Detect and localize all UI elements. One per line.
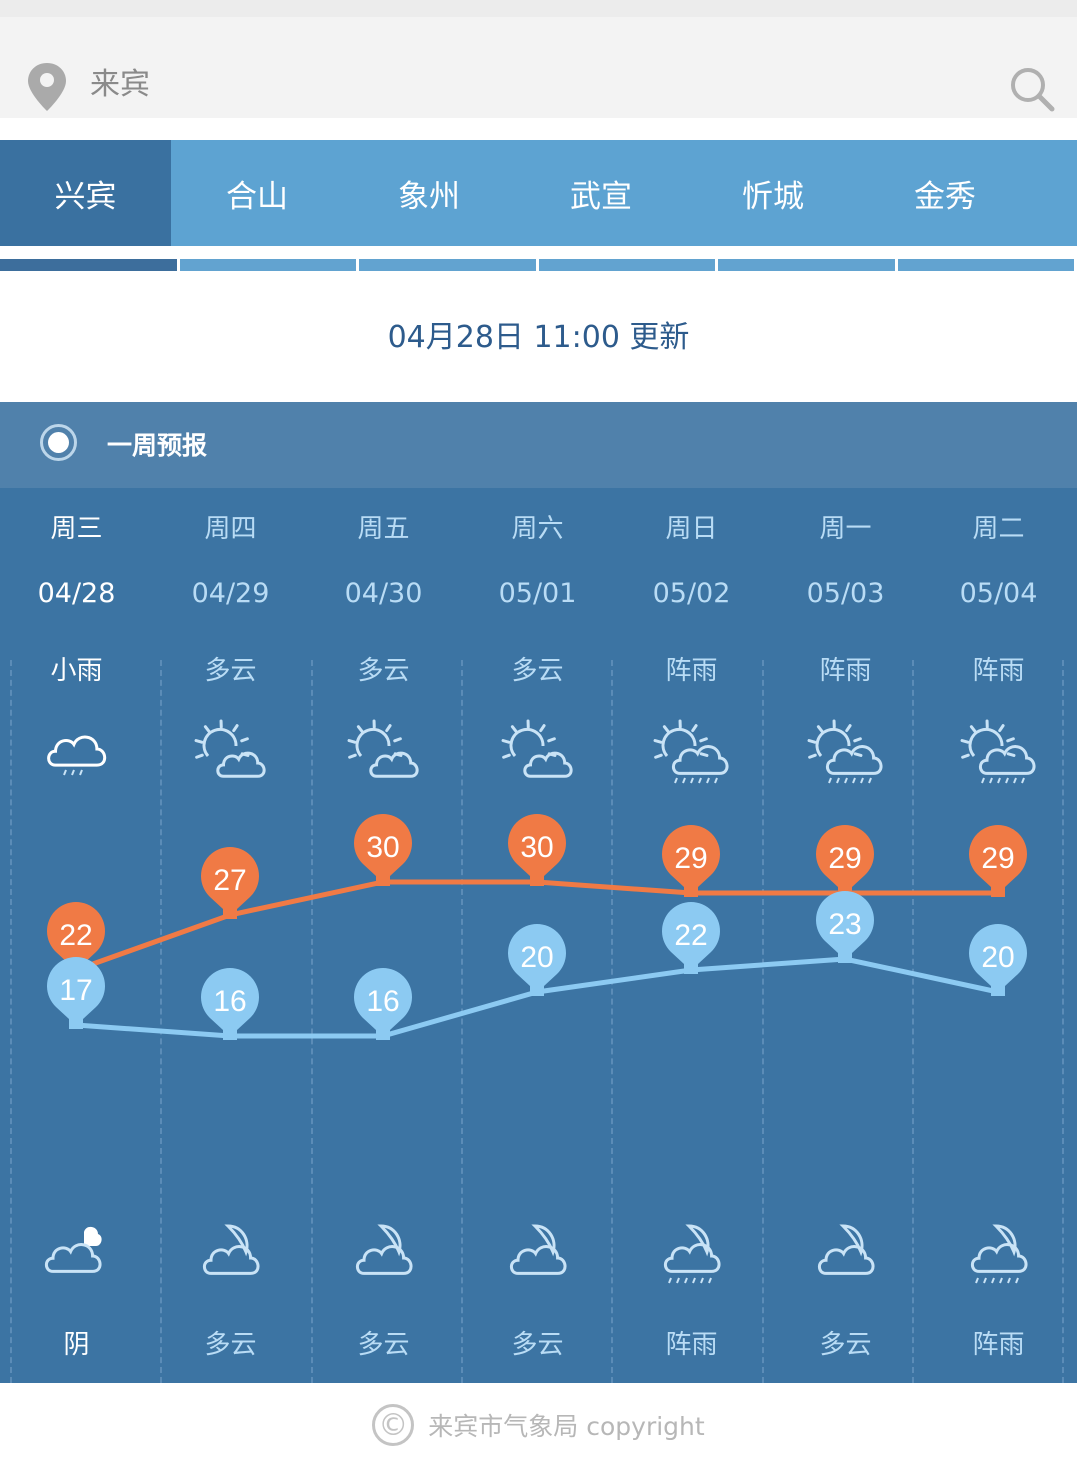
day-weather: 多云 [204,656,257,686]
column-divider [762,660,764,1383]
night-weather: 阵雨 [665,1330,718,1360]
status-strip [0,0,1077,17]
forecast-date: 05/01 [498,578,577,609]
forecast-date: 05/03 [806,578,885,609]
column-divider [1062,660,1064,1383]
partly-cloudy-night-icon [355,1224,413,1275]
county-tabs: 兴宾 合山 象州 武宣 忻城 金秀 [0,140,1077,246]
tab-3[interactable]: 武宣 [515,140,687,246]
partly-cloudy-day-icon [347,719,419,778]
tab-4[interactable]: 忻城 [687,140,859,246]
day-weather: 阵雨 [665,656,718,686]
column-divider [10,660,12,1383]
partly-cloudy-day-icon [501,719,573,778]
tab-1[interactable]: 合山 [171,140,343,246]
tab-5[interactable]: 金秀 [859,140,1031,246]
partly-cloudy-night-icon [817,1224,875,1275]
tab-indicator-segment [0,259,177,271]
forecast-date: 05/02 [652,578,731,609]
partly-cloudy-day-icon [194,719,266,778]
night-weather: 多云 [204,1330,257,1360]
tab-indicator-segment [897,259,1074,271]
footer-text: 来宾市气象局 copyright [428,1412,705,1441]
column-divider [160,660,162,1383]
column-divider [461,660,463,1383]
overcast-icon [44,1226,102,1273]
shower-day-icon [960,719,1036,784]
search-bar[interactable]: 来宾 [0,17,1077,118]
forecast-date: 05/04 [959,578,1038,609]
shower-day-icon [653,719,729,784]
tab-2[interactable]: 象州 [343,140,515,246]
tab-indicator [0,259,1077,271]
light-rain-icon [47,735,107,776]
tab-indicator-segment [718,259,895,271]
search-input[interactable]: 来宾 [90,59,150,103]
day-of-week: 周五 [357,514,410,544]
forecast-date: 04/28 [37,578,116,609]
tab-indicator-segment [179,259,356,271]
column-divider [912,660,914,1383]
day-weather: 阵雨 [819,656,872,686]
day-of-week: 周四 [204,514,257,544]
partly-cloudy-night-icon [202,1224,260,1275]
column-divider [311,660,313,1383]
tab-indicator-segment [359,259,536,271]
night-weather: 阴 [63,1330,90,1360]
copyright-icon: © [372,1404,415,1446]
night-weather: 阵雨 [972,1330,1025,1360]
search-icon[interactable] [1008,65,1056,113]
night-weather: 多云 [511,1330,564,1360]
panel-title: 一周预报 [107,431,208,460]
day-of-week: 周三 [50,514,103,544]
tab-0[interactable]: 兴宾 [0,140,171,246]
day-of-week: 周日 [665,514,718,544]
day-weather: 多云 [511,656,564,686]
day-of-week: 周一 [819,514,872,544]
column-divider [611,660,613,1383]
day-of-week: 周六 [511,514,564,544]
tab-indicator-segment [538,259,715,271]
shower-night-icon [663,1224,721,1284]
forecast-date: 04/30 [344,578,423,609]
map-pin-icon [28,63,66,111]
footer: © 来宾市气象局 copyright [0,1400,1077,1450]
day-weather: 小雨 [50,656,103,686]
day-of-week: 周二 [972,514,1025,544]
day-weather: 阵雨 [972,656,1025,686]
radio-icon[interactable] [40,424,77,461]
shower-day-icon [807,719,883,784]
partly-cloudy-night-icon [509,1224,567,1275]
forecast-date: 04/29 [191,578,270,609]
night-weather: 多云 [819,1330,872,1360]
shower-night-icon [970,1224,1028,1284]
night-weather: 多云 [357,1330,410,1360]
update-time: 04月28日 11:00 更新 [387,320,690,355]
day-weather: 多云 [357,656,410,686]
